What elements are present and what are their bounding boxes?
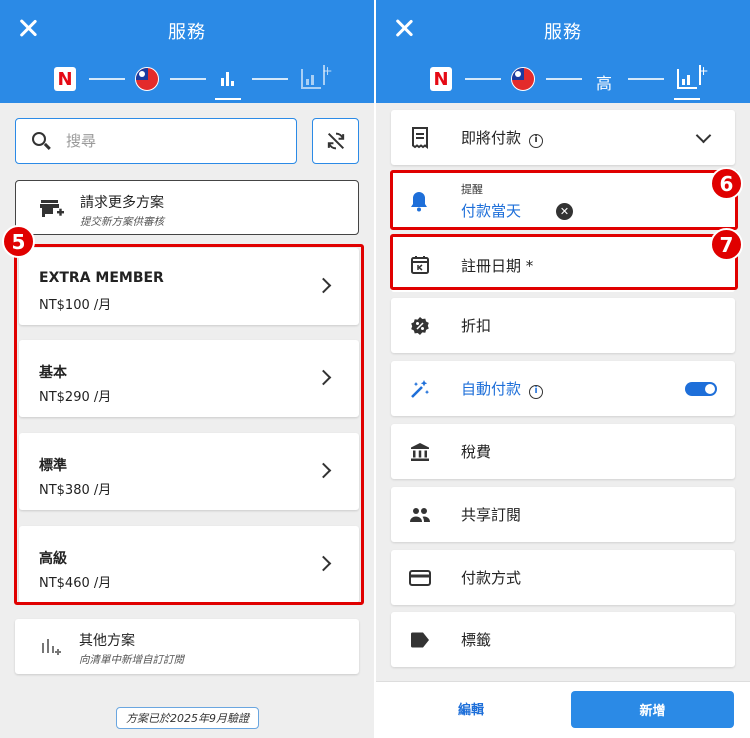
- highlight-box-register-date: [390, 234, 738, 290]
- tax-row[interactable]: 稅費: [391, 424, 735, 479]
- step-badge-5: 5: [2, 225, 35, 258]
- label-icon: [409, 629, 431, 651]
- info-icon[interactable]: i: [529, 134, 544, 148]
- step-region[interactable]: [134, 64, 160, 94]
- request-more-plans-card[interactable]: 請求更多方案 提交新方案供審核: [15, 180, 359, 235]
- step-service[interactable]: N: [428, 64, 454, 94]
- sync-off-button[interactable]: [312, 118, 359, 164]
- info-icon[interactable]: i: [529, 385, 544, 399]
- autopay-row[interactable]: 自動付款 i: [391, 361, 735, 416]
- step-region[interactable]: [510, 64, 536, 94]
- magic-wand-icon: [409, 378, 431, 400]
- tags-label: 標籤: [461, 631, 492, 649]
- header: 服務 N 高 +: [376, 0, 750, 103]
- bar-chart-icon: [221, 72, 235, 86]
- subscription-details-screen: 服務 N 高 + 即將付款 i 提醒 付款當天 ✕ 6 註冊日期 * 7 折扣 …: [376, 0, 750, 738]
- shared-subscription-row[interactable]: 共享訂閱: [391, 487, 735, 542]
- credit-card-icon: [409, 567, 431, 589]
- autopay-toggle[interactable]: [685, 382, 717, 396]
- taiwan-flag-icon: [511, 67, 535, 91]
- step-badge-7: 7: [710, 228, 743, 261]
- step-badge-6: 6: [710, 167, 743, 200]
- edit-button[interactable]: 編輯: [436, 699, 506, 723]
- other-plans-title: 其他方案: [79, 633, 135, 649]
- sync-off-icon: [327, 132, 344, 150]
- store-add-icon: [40, 200, 64, 217]
- step-indicator: N 高 +: [376, 64, 750, 100]
- tags-row[interactable]: 標籤: [391, 612, 735, 667]
- upcoming-payment-label: 即將付款: [461, 129, 522, 147]
- chevron-down-icon[interactable]: [695, 127, 712, 144]
- step-plan[interactable]: 高: [591, 67, 617, 97]
- taiwan-flag-icon: [135, 67, 159, 91]
- add-chart-icon: +: [677, 65, 709, 89]
- step-plan[interactable]: [215, 64, 241, 94]
- plan-step-label: 高: [595, 74, 612, 93]
- add-chart-icon: +: [301, 65, 333, 89]
- autopay-label: 自動付款: [461, 380, 522, 398]
- request-card-title: 請求更多方案: [80, 195, 164, 211]
- netflix-logo: N: [54, 67, 76, 91]
- plan-selection-screen: 服務 N + 搜尋 請求更多方案 提交新方案供審核 EXTRA MEMBER N…: [0, 0, 374, 738]
- payment-method-row[interactable]: 付款方式: [391, 550, 735, 605]
- custom-plan-icon: [42, 639, 61, 655]
- discount-row[interactable]: 折扣: [391, 298, 735, 353]
- footer-bar: 編輯 新增: [376, 681, 750, 738]
- payment-method-label: 付款方式: [461, 569, 522, 587]
- discount-label: 折扣: [461, 317, 492, 335]
- receipt-icon: [409, 127, 431, 149]
- step-details[interactable]: +: [298, 64, 333, 94]
- other-plans-card[interactable]: 其他方案 向清單中新增自訂訂閱: [15, 619, 359, 674]
- request-card-subtitle: 提交新方案供審核: [80, 216, 164, 228]
- verified-note: 方案已於2025年9月驗證: [116, 707, 259, 729]
- netflix-logo: N: [430, 67, 452, 91]
- shared-subscription-label: 共享訂閱: [461, 506, 522, 524]
- tax-label: 稅費: [461, 443, 492, 461]
- add-button[interactable]: 新增: [571, 691, 734, 728]
- discount-icon: [409, 315, 431, 337]
- people-icon: [409, 504, 431, 526]
- highlight-box-plans: [14, 244, 364, 605]
- step-service[interactable]: N: [52, 64, 78, 94]
- step-indicator: N +: [0, 64, 374, 100]
- page-title: 服務: [168, 22, 206, 43]
- upcoming-payment-row[interactable]: 即將付款 i: [391, 110, 735, 165]
- search-box[interactable]: [15, 118, 297, 164]
- search-input[interactable]: [66, 129, 286, 153]
- search-icon: [32, 132, 46, 146]
- highlight-box-reminder: [390, 170, 738, 230]
- other-plans-subtitle: 向清單中新增自訂訂閱: [79, 654, 184, 666]
- step-details[interactable]: +: [674, 64, 709, 94]
- bank-icon: [409, 441, 431, 463]
- header: 服務 N +: [0, 0, 374, 103]
- page-title: 服務: [544, 22, 582, 43]
